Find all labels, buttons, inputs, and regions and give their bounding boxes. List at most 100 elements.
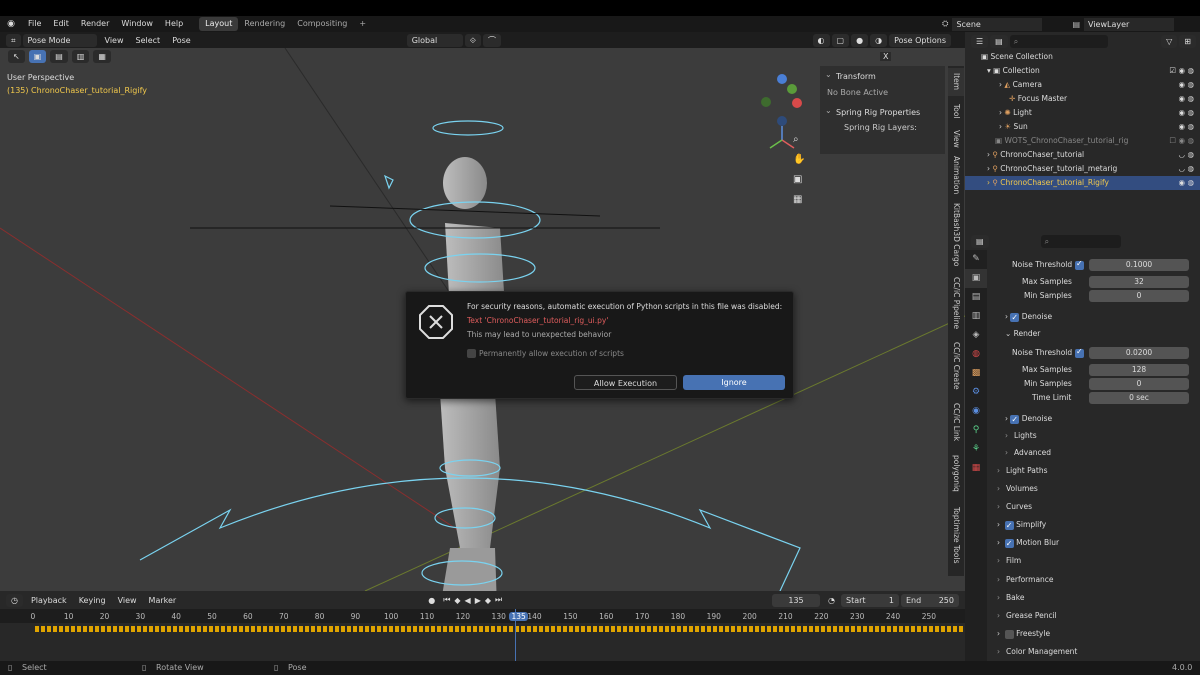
volumes-panel[interactable]: Volumes bbox=[997, 482, 1038, 496]
menu-render[interactable]: Render bbox=[75, 16, 115, 32]
outliner-row-sun[interactable]: › ☀ Sun ◉ ◍ bbox=[965, 120, 1200, 134]
scene-tab-icon[interactable]: ◈ bbox=[965, 326, 987, 345]
advanced-panel[interactable]: Advanced bbox=[1005, 446, 1051, 460]
color-management-panel[interactable]: Color Management bbox=[997, 645, 1077, 659]
overlay-icon[interactable]: ◐ bbox=[812, 33, 830, 47]
menu-timeline-view[interactable]: View bbox=[112, 596, 143, 605]
expand-icon[interactable]: › bbox=[999, 80, 1002, 89]
noise-threshold-field-1[interactable]: 0.1000 bbox=[1089, 259, 1189, 271]
tab-compositing[interactable]: Compositing bbox=[291, 17, 353, 31]
play-icon[interactable]: ▶ bbox=[473, 596, 483, 605]
menu-help[interactable]: Help bbox=[159, 16, 189, 32]
max-samples-field-1[interactable]: 32 bbox=[1089, 276, 1189, 288]
denoise-row-2[interactable]: › Denoise bbox=[1005, 412, 1052, 427]
menu-playback[interactable]: Playback bbox=[25, 596, 73, 605]
xray-icon[interactable]: ▢ bbox=[831, 33, 850, 47]
camera-view-icon[interactable]: ▣ bbox=[793, 170, 805, 190]
clock-icon[interactable]: ◔ bbox=[822, 596, 841, 605]
grid-view-icon[interactable]: ▦ bbox=[793, 190, 805, 210]
tab-layout[interactable]: Layout bbox=[199, 17, 239, 31]
tab-animation[interactable]: Animation bbox=[948, 152, 964, 198]
start-frame-field[interactable]: Start 1 bbox=[841, 593, 899, 607]
pose-mode-selector[interactable]: Pose Mode bbox=[22, 33, 97, 47]
select-invert-icon[interactable]: ▦ bbox=[93, 50, 111, 63]
noise-threshold-field-2[interactable]: 0.0200 bbox=[1089, 347, 1189, 359]
visibility-icons[interactable]: ☑ ◉ ◍ bbox=[1169, 64, 1194, 78]
current-frame-marker[interactable]: 135 bbox=[509, 612, 528, 621]
light-paths-panel[interactable]: Light Paths bbox=[997, 464, 1047, 478]
x-mirror-button[interactable]: X bbox=[880, 52, 892, 61]
properties-search[interactable]: ⌕ bbox=[1040, 234, 1121, 248]
keyframe-row[interactable] bbox=[35, 626, 963, 632]
grease-pencil-panel[interactable]: Grease Pencil bbox=[997, 609, 1057, 623]
allow-execution-button[interactable]: Allow Execution bbox=[574, 375, 677, 390]
visibility-icons[interactable]: ◡ ◍ bbox=[1179, 148, 1194, 162]
viewlayer-icon[interactable]: ▤ bbox=[1072, 20, 1080, 29]
motion-blur-panel[interactable]: › Motion Blur bbox=[997, 536, 1059, 551]
max-samples-field-2[interactable]: 128 bbox=[1089, 364, 1189, 376]
performance-panel[interactable]: Performance bbox=[997, 573, 1054, 587]
outliner-row-light[interactable]: › ✺ Light ◉ ◍ bbox=[965, 106, 1200, 120]
outliner-row-chronochaser[interactable]: › ⚲ ChronoChaser_tutorial ◡ ◍ bbox=[965, 148, 1200, 162]
tool-tab-icon[interactable]: ✎ bbox=[965, 250, 987, 269]
data-tab-icon[interactable]: ⚘ bbox=[965, 440, 987, 459]
outliner[interactable]: ☰ ▤ ⌕ ▽ ⊞ ▣ Scene Collection ▾ ▣ Collect… bbox=[965, 32, 1200, 232]
min-samples-field-2[interactable]: 0 bbox=[1089, 378, 1189, 390]
properties-editor-icon[interactable]: ▤ bbox=[971, 234, 989, 248]
tab-cc-link[interactable]: CC/iC Link bbox=[948, 398, 964, 446]
lights-panel[interactable]: Lights bbox=[1005, 429, 1037, 443]
outliner-search[interactable]: ⌕ bbox=[1009, 34, 1108, 48]
tab-cc-pipeline[interactable]: CC/iC Pipeline bbox=[948, 274, 964, 332]
outliner-row-focus-master[interactable]: ✛ Focus Master ◉ ◍ bbox=[965, 92, 1200, 106]
outliner-editor-icon[interactable]: ☰ bbox=[971, 34, 989, 48]
add-workspace-button[interactable]: + bbox=[353, 17, 372, 31]
visibility-icons[interactable]: ☐ ◉ ◍ bbox=[1169, 134, 1194, 148]
end-frame-field[interactable]: End 250 bbox=[901, 593, 959, 607]
menu-view[interactable]: View bbox=[99, 36, 130, 45]
jump-start-icon[interactable]: ⏮ bbox=[441, 595, 452, 605]
tab-rendering[interactable]: Rendering bbox=[238, 17, 291, 31]
current-frame-field[interactable]: 135 bbox=[772, 593, 821, 607]
outliner-row-wots-rig[interactable]: ▣ WOTS_ChronoChaser_tutorial_rig ☐ ◉ ◍ bbox=[965, 134, 1200, 148]
freestyle-checkbox[interactable] bbox=[1004, 629, 1014, 639]
min-samples-field-1[interactable]: 0 bbox=[1089, 290, 1189, 302]
zoom-icon[interactable]: ⌕ bbox=[793, 130, 805, 150]
new-collection-icon[interactable]: ⊞ bbox=[1179, 34, 1196, 48]
expand-icon[interactable]: › bbox=[987, 150, 990, 159]
menu-keying[interactable]: Keying bbox=[73, 596, 112, 605]
menu-pose[interactable]: Pose bbox=[166, 36, 197, 45]
film-panel[interactable]: Film bbox=[997, 554, 1021, 568]
expand-icon[interactable]: › bbox=[999, 108, 1002, 117]
ignore-button[interactable]: Ignore bbox=[683, 375, 785, 390]
tab-kitbash[interactable]: KitBash3D Cargo bbox=[948, 200, 964, 270]
permanent-allow-checkbox[interactable]: Permanently allow execution of scripts bbox=[467, 349, 624, 358]
display-mode-icon[interactable]: ▤ bbox=[990, 34, 1008, 48]
outliner-row-metarig[interactable]: › ⚲ ChronoChaser_tutorial_metarig ◡ ◍ bbox=[965, 162, 1200, 176]
scene-selector[interactable]: Scene bbox=[952, 17, 1043, 31]
jump-end-icon[interactable]: ⏭ bbox=[493, 595, 504, 605]
blender-logo-icon[interactable]: ◉ bbox=[0, 19, 22, 29]
visibility-icons[interactable]: ◉ ◍ bbox=[1179, 176, 1194, 190]
outliner-row-rigify[interactable]: › ⚲ ChronoChaser_tutorial_Rigify ◉ ◍ bbox=[965, 176, 1200, 190]
tab-polygoniq[interactable]: polygoniq bbox=[948, 450, 964, 496]
snap-icon[interactable]: ⌒ bbox=[483, 33, 502, 47]
play-reverse-icon[interactable]: ◀ bbox=[463, 596, 473, 605]
menu-select[interactable]: Select bbox=[130, 36, 167, 45]
visibility-icons[interactable]: ◡ ◍ bbox=[1179, 162, 1194, 176]
time-limit-field[interactable]: 0 sec bbox=[1089, 392, 1189, 404]
timeline-editor[interactable]: ◷ Playback Keying View Marker ● ⏮ ◆ ◀ ▶ … bbox=[0, 591, 965, 661]
viewlayer-selector[interactable]: ViewLayer bbox=[1084, 17, 1174, 31]
checkbox-icon[interactable] bbox=[467, 349, 476, 358]
pivot-icon[interactable]: ⟐ bbox=[464, 33, 482, 47]
tab-view[interactable]: View bbox=[948, 124, 964, 154]
visibility-icons[interactable]: ◉ ◍ bbox=[1179, 106, 1194, 120]
visibility-icons[interactable]: ◉ ◍ bbox=[1179, 120, 1194, 134]
tab-toptimize[interactable]: Toptimize Tools bbox=[948, 500, 964, 570]
select-extend-icon[interactable]: ▤ bbox=[50, 50, 68, 63]
shading-material-icon[interactable]: ◑ bbox=[870, 33, 888, 47]
texture-tab-icon[interactable]: ▦ bbox=[965, 459, 987, 478]
menu-edit[interactable]: Edit bbox=[47, 16, 75, 32]
expand-icon[interactable]: › bbox=[987, 178, 990, 187]
scene-icon[interactable]: ⛭ bbox=[942, 19, 948, 29]
select-box-icon[interactable]: ▣ bbox=[28, 50, 47, 63]
